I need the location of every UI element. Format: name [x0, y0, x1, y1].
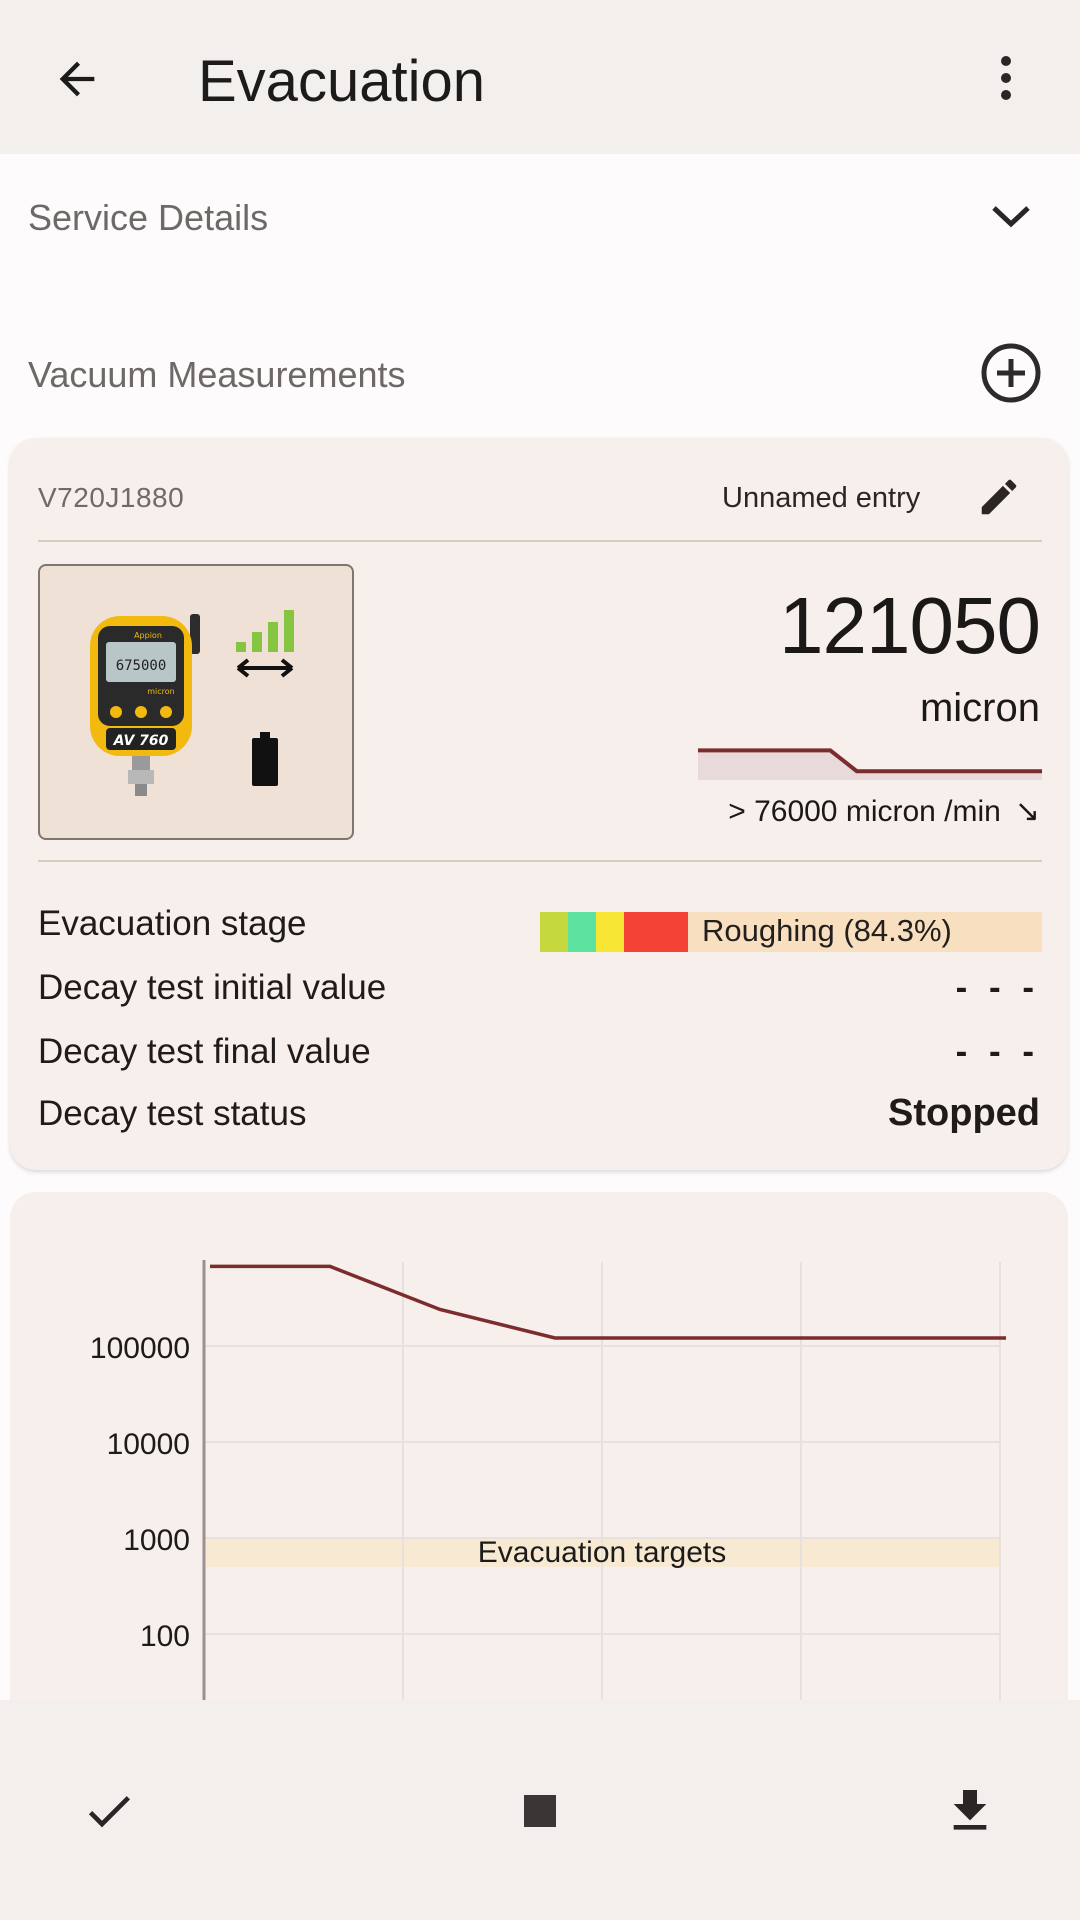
service-details-label[interactable]: Service Details — [28, 197, 268, 239]
vacuum-measurements-label: Vacuum Measurements — [28, 354, 406, 395]
divider — [38, 540, 1042, 542]
more-vertical-icon[interactable] — [986, 48, 1026, 108]
device-serial: V720J1880 — [38, 482, 185, 513]
stop-square-icon[interactable] — [505, 1776, 575, 1846]
device-brand: Appion — [134, 631, 162, 640]
app-bar — [0, 0, 1080, 154]
y-tick-label: 1000 — [123, 1524, 190, 1557]
stage-segment — [568, 912, 596, 952]
stage-segment — [540, 912, 568, 952]
battery-icon — [252, 732, 278, 786]
y-tick-label: 100000 — [90, 1332, 190, 1365]
stage-segment — [596, 912, 624, 952]
chevron-down-icon[interactable] — [986, 196, 1036, 236]
y-tick-label: 100 — [140, 1620, 190, 1653]
device-screen-reading: 675000 — [116, 658, 167, 674]
decay-status-label: Decay test status — [38, 1094, 307, 1133]
check-icon[interactable] — [74, 1776, 144, 1846]
arrow-back-icon[interactable] — [42, 44, 112, 114]
decay-initial-value: - - - — [955, 968, 1040, 1007]
evacuation-stage-value: Roughing (84.3%) — [702, 913, 952, 948]
decay-status-value: Stopped — [888, 1092, 1040, 1134]
decay-final-label: Decay test final value — [38, 1032, 371, 1071]
evacuation-stage-label: Evacuation stage — [38, 904, 307, 943]
target-band-label: Evacuation targets — [478, 1536, 726, 1569]
measurement-unit: micron — [919, 686, 1040, 730]
y-tick-label: 10000 — [107, 1428, 190, 1461]
series-line — [210, 1264, 1006, 1340]
signal-bars-icon — [236, 610, 294, 652]
divider — [38, 860, 1042, 862]
rate-text: > 76000 micron /min — [728, 794, 1001, 828]
decay-initial-label: Decay test initial value — [38, 968, 387, 1007]
stage-segment — [624, 912, 688, 952]
decay-final-value: - - - — [955, 1032, 1040, 1071]
download-icon[interactable] — [935, 1776, 1005, 1846]
device-model: AV 760 — [113, 733, 169, 749]
device-screen-unit: micron — [147, 687, 175, 696]
device-image-box[interactable]: 675000 micron Appion AV 760 — [38, 564, 354, 840]
entry-name[interactable]: Unnamed entry — [722, 482, 920, 515]
measurement-value: 121050 — [779, 581, 1041, 670]
page-title: Evacuation — [198, 49, 485, 114]
vacuum-gauge-device-icon: 675000 micron Appion AV 760 — [90, 610, 294, 796]
add-circle-icon[interactable] — [980, 342, 1042, 404]
sparkline — [698, 748, 1042, 780]
rate-readout: > 76000 micron /min ↘ — [728, 794, 1040, 829]
evacuation-chart[interactable]: 100000 10000 1000 100 Evacuation targets — [0, 1192, 1080, 1700]
arrow-down-right-icon: ↘ — [1014, 795, 1040, 828]
edit-pencil-icon[interactable] — [976, 474, 1022, 520]
